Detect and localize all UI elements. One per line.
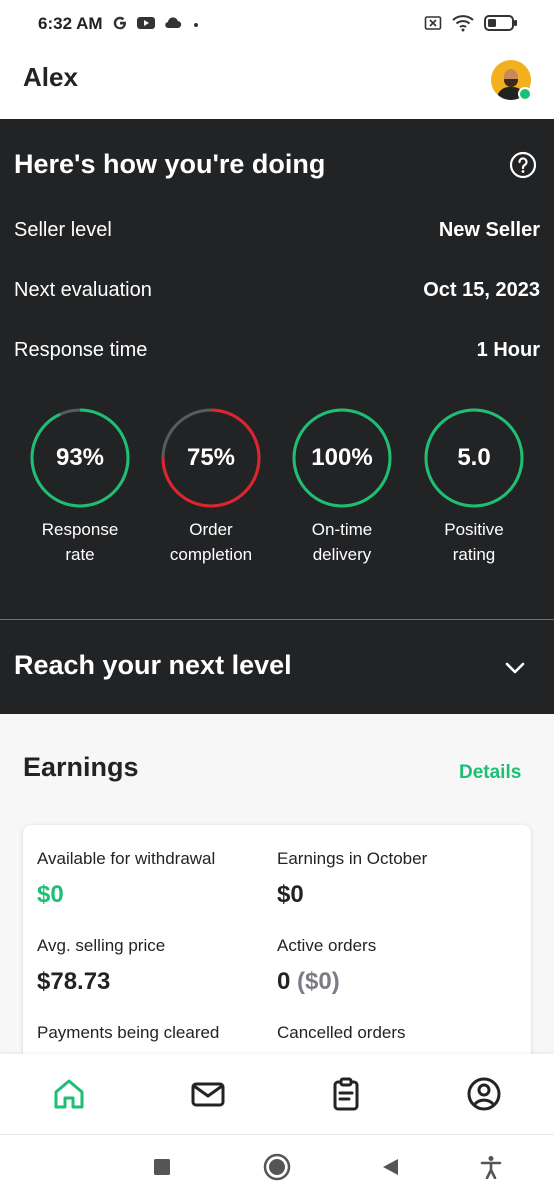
earnings-section: Earnings Details Available for withdrawa… [0,714,554,1065]
metric-label-line: Positive [444,520,504,539]
status-time: 6:32 AM [38,14,103,33]
system-nav-bar [0,1134,554,1200]
stat-value: 1 Hour [476,339,540,361]
app-header: Alex [0,50,554,119]
stat-label: Seller level [14,219,112,241]
youtube-icon [136,15,156,36]
status-icons-right [424,14,518,37]
cancelled-label: Cancelled orders [277,1023,406,1042]
active-orders-value: 0 ($0) [277,968,376,996]
metric-label-line: rate [65,545,95,564]
stat-value: New Seller [438,219,540,241]
metric-value: 75% [186,444,236,471]
metric-label-line: completion [169,545,253,564]
user-name: Alex [23,62,78,92]
active-orders: Active orders 0 ($0) [277,936,376,996]
back-icon[interactable] [380,1157,400,1182]
home-circle-icon[interactable] [263,1153,291,1186]
metric-value: 93% [55,444,105,471]
cancelled-orders: Cancelled orders [277,1023,406,1043]
wifi-icon [452,14,474,37]
cloud-icon [164,16,182,35]
earnings-title: Earnings [23,752,139,782]
avg-price-value: $78.73 [37,968,111,995]
online-status-dot [518,87,532,101]
metric-ring-response-rate: 93% [29,407,131,509]
battery-icon [484,14,518,37]
dot-icon [190,17,202,35]
avatar-beard [504,79,518,87]
stat-label: Next evaluation [14,279,152,301]
home-icon[interactable] [51,1076,87,1112]
avg-price-label: Avg. selling price [37,936,166,955]
status-icons-left [112,14,202,37]
metric-ring-order-completion: 75% [160,407,262,509]
orders-icon[interactable] [328,1076,364,1112]
metric-value: 5.0 [457,444,491,471]
month-value: $0 [277,881,304,908]
available-label: Available for withdrawal [37,849,216,868]
metric-label-line: On-time [311,520,373,539]
details-link[interactable]: Details [459,762,521,784]
metric-label-line: delivery [312,545,372,564]
metric-label-order-completion: Order completion [141,517,281,567]
status-bar: 6:32 AM [0,0,554,50]
month-earnings: Earnings in October $0 [277,849,427,909]
help-icon[interactable] [509,151,537,179]
stat-row-seller-level: Seller level New Seller [14,219,540,242]
available-withdrawal: Available for withdrawal $0 [37,849,215,909]
performance-title: Here's how you're doing [14,149,326,179]
available-value: $0 [37,881,64,908]
metric-label-line: Response [41,520,119,539]
stat-value: Oct 15, 2023 [423,279,540,301]
active-orders-label: Active orders [277,936,377,955]
google-icon [112,14,128,37]
stat-row-response-time: Response time 1 Hour [14,339,540,362]
avg-selling-price: Avg. selling price $78.73 [37,936,165,996]
cleared-label: Payments being cleared [37,1023,220,1042]
metric-label-line: Order [189,520,233,539]
section-divider [0,619,554,620]
metric-label-line: rating [452,545,496,564]
performance-section: Here's how you're doing Seller level New… [0,119,554,714]
accessibility-icon[interactable] [480,1155,502,1184]
next-level-toggle-label[interactable]: Reach your next level [14,650,292,681]
recents-icon[interactable] [152,1157,172,1182]
metric-ring-positive-rating: 5.0 [423,407,525,509]
chevron-down-icon[interactable] [503,656,527,680]
active-orders-amount: ($0) [297,968,340,995]
payments-clearing: Payments being cleared [37,1023,219,1043]
metric-ring-on-time-delivery: 100% [291,407,393,509]
active-orders-count: 0 [277,968,291,995]
metric-label-response-rate: Response rate [10,517,150,567]
bottom-nav [0,1054,554,1134]
no-sim-icon [424,15,442,36]
inbox-icon[interactable] [190,1076,226,1112]
stat-label: Response time [14,339,148,361]
profile-icon[interactable] [466,1076,502,1112]
metric-label-on-time-delivery: On-time delivery [272,517,412,567]
earnings-card: Available for withdrawal $0 Earnings in … [23,825,531,1065]
month-label: Earnings in October [277,849,428,868]
stat-row-next-evaluation: Next evaluation Oct 15, 2023 [14,279,540,302]
metric-label-positive-rating: Positive rating [404,517,544,567]
metric-value: 100% [311,444,373,471]
